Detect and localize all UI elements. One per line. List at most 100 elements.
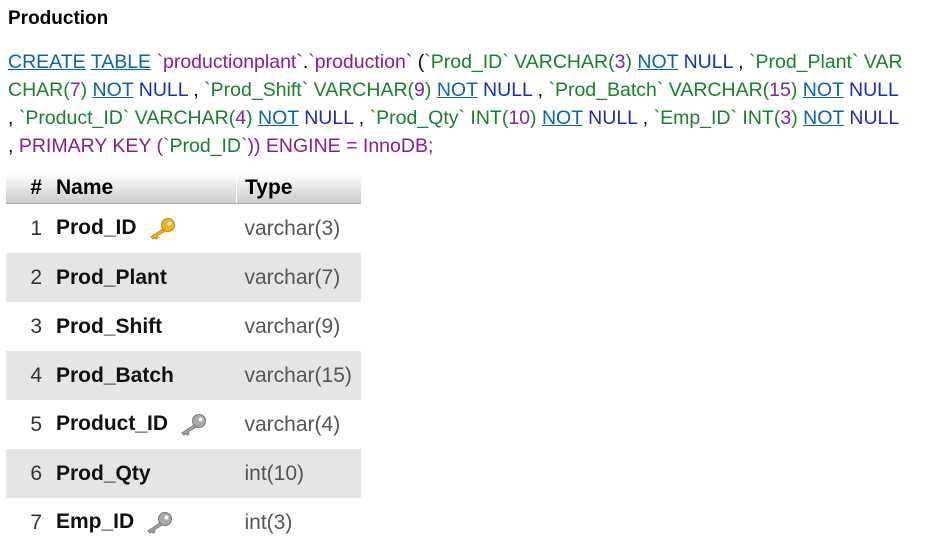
header-num[interactable]: # (6, 173, 48, 204)
row-number: 2 (6, 253, 48, 302)
sql-not-keyword[interactable]: NOT (437, 79, 478, 101)
sql-table-name: `production` (308, 51, 413, 73)
sql-col-3-len: 9 (414, 79, 425, 101)
row-number: 6 (6, 449, 48, 498)
sql-col-2-len: 7 (69, 79, 81, 101)
sql-sep: , (637, 107, 654, 129)
row-number: 5 (6, 400, 48, 449)
column-name-cell: Prod_Plant (48, 253, 237, 302)
sql-not-keyword[interactable]: NOT (542, 107, 583, 129)
sql-col-6-type: INT( (464, 107, 509, 129)
sql-pk-column: `Prod_ID` (162, 135, 248, 157)
table-row[interactable]: 7 Emp_ID int(3) (6, 498, 361, 547)
sql-col-7-type: INT( (737, 107, 781, 129)
sql-primary-key: PRIMARY KEY ( (18, 135, 163, 157)
column-type: int(10) (236, 449, 361, 498)
columns-table: # Name Type 1 Prod_ID varchar(3) 2 Prod_Plan… (6, 173, 361, 547)
table-row[interactable]: 3 Prod_Shift varchar(9) (6, 302, 361, 351)
sql-sep: , (8, 135, 19, 157)
silver-key-icon (178, 413, 208, 437)
sql-sep: , (532, 79, 549, 101)
sql-col-3: `Prod_Shift` (204, 79, 309, 101)
create-table-statement: CREATE TABLE `productionplant`.`producti… (8, 48, 908, 160)
sql-create-keyword[interactable]: CREATE (8, 51, 86, 73)
sql-null: NULL (678, 51, 733, 73)
column-name: Prod_Batch (56, 363, 174, 387)
gold-key-icon (147, 217, 177, 241)
sql-sep: , (353, 107, 370, 129)
sql-sep: , (187, 79, 205, 101)
sql-db-name: `productionplant` (156, 51, 303, 73)
table-title: Production (8, 8, 109, 29)
sql-col-4: `Prod_Batch` (548, 79, 664, 101)
sql-col-1: `Prod_ID` (424, 51, 509, 73)
table-row[interactable]: 6 Prod_Qty int(10) (6, 449, 361, 498)
sql-col-6-len: 10 (508, 107, 531, 129)
header-type[interactable]: Type (236, 173, 361, 204)
sql-engine: )) ENGINE = InnoDB; (247, 135, 434, 157)
column-name: Prod_Plant (56, 265, 167, 289)
sql-col-7: `Emp_ID` (653, 107, 738, 129)
sql-col-2: `Prod_Plant` (749, 51, 859, 73)
sql-col-6-close: ) (530, 107, 542, 129)
sql-col-4-type: VARCHAR( (663, 79, 770, 101)
sql-col-7-len: 3 (780, 107, 792, 129)
column-type: varchar(9) (236, 302, 361, 351)
header-name[interactable]: Name (48, 173, 237, 204)
sql-null: NULL (133, 79, 188, 101)
column-name-cell: Emp_ID (48, 498, 237, 547)
column-name: Prod_Shift (56, 314, 163, 338)
sql-col-5-len: 4 (235, 107, 247, 129)
sql-col-1-type: VARCHAR( (508, 51, 615, 73)
column-type: varchar(4) (236, 400, 361, 449)
sql-null: NULL (477, 79, 533, 101)
column-name-cell: Prod_Qty (48, 449, 237, 498)
column-name: Prod_ID (56, 216, 137, 240)
column-name-cell: Prod_Shift (48, 302, 237, 351)
column-type: int(3) (236, 498, 361, 547)
sql-col-5: `Product_ID` (18, 107, 130, 129)
column-type: varchar(15) (236, 351, 361, 400)
sql-sep: , (8, 107, 19, 129)
sql-null: NULL (843, 79, 899, 101)
sql-col-4-len: 15 (769, 79, 791, 101)
row-number: 7 (6, 498, 48, 547)
column-name: Prod_Qty (56, 461, 151, 485)
column-type: varchar(3) (236, 203, 361, 253)
sql-col-5-type: VARCHAR( (129, 107, 236, 129)
sql-col-1-close: ) (625, 51, 638, 73)
column-name-cell: Prod_ID (48, 203, 237, 253)
sql-table-keyword[interactable]: TABLE (91, 51, 151, 73)
column-name: Product_ID (56, 412, 169, 436)
table-row[interactable]: 5 Product_ID varchar(4) (6, 400, 361, 449)
sql-col-1-len: 3 (614, 51, 626, 73)
column-name: Emp_ID (56, 510, 135, 534)
sql-col-5-close: ) (246, 107, 258, 129)
row-number: 1 (6, 203, 48, 253)
silver-key-icon (144, 511, 174, 535)
sql-null: NULL (298, 107, 354, 129)
sql-open-paren: ( (412, 51, 425, 73)
sql-col-7-close: ) (791, 107, 804, 129)
sql-col-3-type: VARCHAR( (308, 79, 415, 101)
sql-null: NULL (582, 107, 638, 129)
column-type: varchar(7) (236, 253, 361, 302)
sql-sep: , (732, 51, 749, 73)
sql-not-keyword[interactable]: NOT (637, 51, 678, 73)
sql-col-3-close: ) (424, 79, 437, 101)
column-name-cell: Prod_Batch (48, 351, 237, 400)
sql-not-keyword[interactable]: NOT (803, 79, 844, 101)
table-row[interactable]: 2 Prod_Plant varchar(7) (6, 253, 361, 302)
sql-not-keyword[interactable]: NOT (803, 107, 844, 129)
columns-header-row: # Name Type (6, 173, 361, 204)
sql-not-keyword[interactable]: NOT (258, 107, 299, 129)
table-row[interactable]: 1 Prod_ID varchar(3) (6, 203, 361, 253)
sql-not-keyword[interactable]: NOT (93, 79, 134, 101)
row-number: 3 (6, 302, 48, 351)
sql-col-6: `Prod_Qty` (369, 107, 465, 129)
sql-col-4-close: ) (790, 79, 803, 101)
row-number: 4 (6, 351, 48, 400)
table-row[interactable]: 4 Prod_Batch varchar(15) (6, 351, 361, 400)
column-name-cell: Product_ID (48, 400, 237, 449)
sql-col-2-close: ) (80, 79, 93, 101)
